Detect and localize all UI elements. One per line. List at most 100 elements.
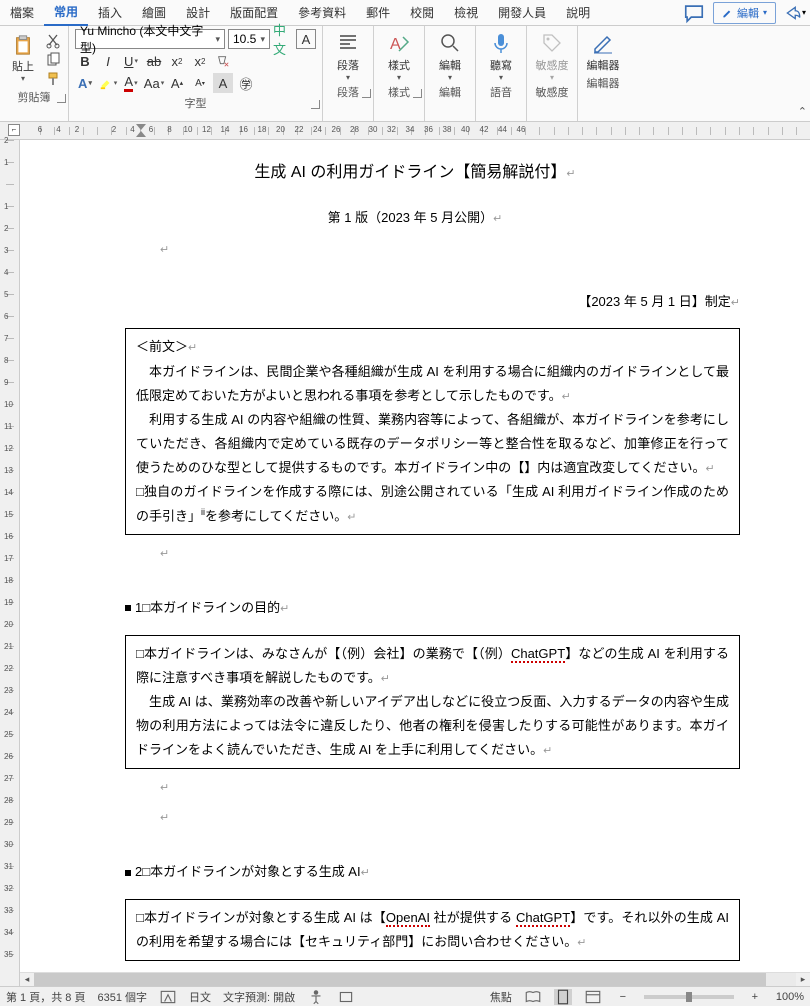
- editor-icon: [591, 31, 615, 55]
- sec1-p2: 生成 AI は、業務効率の改善や新しいアイデア出しなどに役立つ反面、入力するデー…: [136, 690, 729, 762]
- font-color-icon[interactable]: A▾: [121, 73, 141, 93]
- scroll-thumb[interactable]: [34, 973, 766, 987]
- menu-review[interactable]: 校閱: [400, 0, 444, 25]
- tag-icon: [540, 31, 564, 55]
- font-size-value: 10.5: [233, 32, 256, 46]
- grow-font-icon[interactable]: A▴: [167, 73, 187, 93]
- dictate-group-label: 語音: [482, 82, 520, 102]
- ribbon-group-clipboard: 貼上 ▾ 剪貼簿: [0, 26, 69, 121]
- ribbon-group-styles: A 樣式 ▾ 樣式: [374, 26, 425, 121]
- zoom-in-button[interactable]: +: [746, 989, 764, 1005]
- document-page[interactable]: 生成 AI の利用ガイドライン【簡易解説付】↵ 第 1 版（2023 年 5 月…: [30, 140, 800, 986]
- editor-group-label: 編輯器: [584, 73, 622, 93]
- paragraph-icon: [336, 31, 360, 55]
- font-name-combo[interactable]: Yu Mincho (本文中文字型)▾: [75, 29, 225, 49]
- comments-icon[interactable]: [682, 3, 706, 23]
- status-text-predict[interactable]: 文字預測: 開啟: [223, 989, 295, 1005]
- editor-button[interactable]: 編輯器: [584, 29, 622, 73]
- underline-button[interactable]: U▾: [121, 51, 141, 71]
- edit-mode-label: 編輯: [737, 5, 759, 21]
- read-mode-icon[interactable]: [524, 989, 542, 1005]
- spellcheck-status-icon[interactable]: [159, 989, 177, 1005]
- editor-btn-label: 編輯器: [587, 57, 620, 73]
- menu-developer[interactable]: 開發人員: [488, 0, 556, 25]
- preface-p2: 利用する生成 AI の内容や組織の性質、業務内容等によって、各組織が、本ガイドラ…: [136, 408, 729, 480]
- dictate-button[interactable]: 聽寫 ▾: [482, 29, 520, 82]
- tab-selector[interactable]: ⌐: [8, 124, 20, 136]
- superscript-button[interactable]: x2: [190, 51, 210, 71]
- preface-heading: ＜前文＞↵: [136, 335, 729, 359]
- search-icon: [438, 31, 462, 55]
- clear-formatting-icon[interactable]: [213, 51, 233, 71]
- ribbon-group-font: Yu Mincho (本文中文字型)▾ 10.5▾ 中文 A B I U▾ ab…: [69, 26, 323, 121]
- ribbon-group-editor: 編輯器 編輯器: [578, 26, 628, 121]
- paragraph-group-label: 段落: [329, 82, 367, 102]
- shrink-font-icon[interactable]: A▾: [190, 73, 210, 93]
- scroll-right-icon[interactable]: ▸: [796, 973, 810, 987]
- hanging-indent[interactable]: [136, 131, 146, 137]
- web-layout-icon[interactable]: [584, 989, 602, 1005]
- horizontal-ruler[interactable]: ⌐ 64224681012141618202224262830323436384…: [0, 122, 810, 140]
- print-layout-icon[interactable]: [554, 989, 572, 1005]
- status-bar: 第 1 頁，共 8 頁 6351 個字 日文 文字預測: 開啟 焦點 − + 1…: [0, 986, 810, 1006]
- clipboard-icon: [12, 33, 34, 57]
- doc-title: 生成 AI の利用ガイドライン【簡易解説付】↵: [30, 158, 800, 188]
- highlight-icon[interactable]: ▾: [98, 73, 118, 93]
- editing-button[interactable]: 編輯 ▾: [431, 29, 469, 82]
- status-focus[interactable]: 焦點: [490, 989, 512, 1005]
- sensitivity-group-label: 敏感度: [533, 82, 571, 102]
- menu-view[interactable]: 檢視: [444, 0, 488, 25]
- menu-references[interactable]: 參考資料: [288, 0, 356, 25]
- character-border-icon[interactable]: A: [296, 29, 316, 49]
- zoom-level[interactable]: 100%: [776, 991, 804, 1003]
- first-line-indent[interactable]: [136, 124, 146, 130]
- page-viewport[interactable]: 生成 AI の利用ガイドライン【簡易解説付】↵ 第 1 版（2023 年 5 月…: [20, 140, 810, 986]
- ribbon-group-paragraph: 段落 ▾ 段落: [323, 26, 374, 121]
- section-1-heading: 1□本ガイドラインの目的↵: [125, 596, 800, 621]
- cut-icon[interactable]: [44, 33, 62, 49]
- accessibility-icon[interactable]: [307, 989, 325, 1005]
- microphone-icon: [489, 31, 513, 55]
- menu-help[interactable]: 說明: [556, 0, 600, 25]
- clipboard-group-label: 剪貼簿: [6, 87, 62, 107]
- zoom-out-button[interactable]: −: [614, 989, 632, 1005]
- doc-date: 【2023 年 5 月 1 日】制定↵: [30, 290, 740, 315]
- status-language[interactable]: 日文: [189, 989, 211, 1005]
- sensitivity-button[interactable]: 敏感度 ▾: [533, 29, 571, 82]
- italic-button[interactable]: I: [98, 51, 118, 71]
- subscript-button[interactable]: x2: [167, 51, 187, 71]
- char-shading-icon[interactable]: A: [213, 73, 233, 93]
- edit-mode-button[interactable]: 編輯 ▾: [713, 2, 776, 24]
- horizontal-scrollbar[interactable]: ◂ ▸: [20, 972, 810, 986]
- strikethrough-button[interactable]: ab: [144, 51, 164, 71]
- change-case-icon[interactable]: Aa▾: [144, 73, 164, 93]
- share-icon[interactable]: ▾: [783, 3, 807, 23]
- styles-btn-label: 樣式: [388, 57, 410, 73]
- paragraph-btn-label: 段落: [337, 57, 359, 73]
- dictate-btn-label: 聽寫: [490, 57, 512, 73]
- font-group-label: 字型: [75, 93, 316, 113]
- copy-icon[interactable]: [44, 52, 62, 68]
- styles-button[interactable]: A 樣式 ▾: [380, 29, 418, 82]
- styles-icon: A: [387, 31, 411, 55]
- phonetic-guide-icon[interactable]: 中文: [273, 29, 293, 49]
- bold-button[interactable]: B: [75, 51, 95, 71]
- menu-mailings[interactable]: 郵件: [356, 0, 400, 25]
- zoom-slider[interactable]: [644, 995, 734, 999]
- format-painter-icon[interactable]: [44, 71, 62, 87]
- text-effects-icon[interactable]: A▾: [75, 73, 95, 93]
- scroll-left-icon[interactable]: ◂: [20, 973, 34, 987]
- status-word-count[interactable]: 6351 個字: [97, 989, 147, 1005]
- vertical-ruler[interactable]: 2112345678910111213141516171819202122232…: [0, 140, 20, 986]
- menu-file[interactable]: 檔案: [0, 0, 44, 25]
- editing-group-label: 編輯: [431, 82, 469, 102]
- status-page[interactable]: 第 1 頁，共 8 頁: [6, 989, 85, 1005]
- sec2-p1: □本ガイドラインが対象とする生成 AI は【OpenAI 社が提供する Chat…: [136, 906, 729, 954]
- collapse-ribbon-icon[interactable]: ⌃: [798, 105, 807, 118]
- section-2-heading: 2□本ガイドラインが対象とする生成 AI↵: [125, 860, 800, 885]
- paragraph-button[interactable]: 段落 ▾: [329, 29, 367, 82]
- macro-record-icon[interactable]: [337, 989, 355, 1005]
- paste-button[interactable]: 貼上 ▾: [6, 29, 40, 83]
- enclose-char-icon[interactable]: ㊫: [236, 73, 256, 93]
- font-size-combo[interactable]: 10.5▾: [228, 29, 270, 49]
